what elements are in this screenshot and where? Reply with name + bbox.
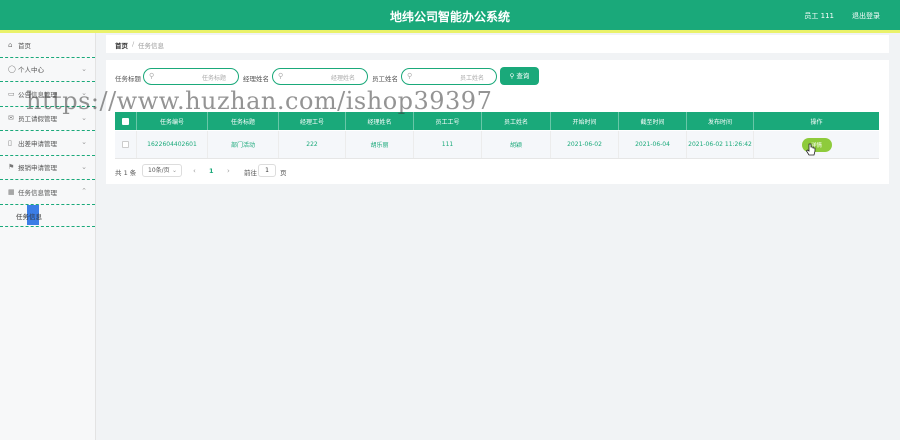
search-button[interactable]: ⚲ 查询 xyxy=(500,67,539,85)
sidebar-subitem-task-info[interactable]: 任务信息 xyxy=(0,204,95,227)
chevron-up-icon: ⌃ xyxy=(81,187,87,195)
search-icon: ⚲ xyxy=(407,72,413,80)
goto-label: 前往 xyxy=(244,169,257,177)
sidebar-item-home[interactable]: ⌂ 首页 xyxy=(0,33,95,58)
table-header-cell: 操作 xyxy=(810,118,823,126)
app-title: 地纬公司智能办公系统 xyxy=(389,10,510,24)
sidebar-item-personal-center[interactable]: ◯ 个人中心 ⌄ xyxy=(0,58,95,82)
table-row: 1622604402601 部门活动 222 胡乐丽 111 胡颖 2021-0… xyxy=(115,131,879,159)
chevron-down-icon: ⌄ xyxy=(81,64,87,73)
table-cell: 胡乐丽 xyxy=(346,131,414,158)
table-cell: 1622604402601 xyxy=(137,131,208,158)
breadcrumb-current: 任务信息 xyxy=(138,42,164,50)
manager-name-input[interactable]: ⚲ 经理姓名 xyxy=(272,68,368,85)
employee-name-input[interactable]: ⚲ 员工姓名 xyxy=(401,68,497,85)
manager-name-placeholder: 经理姓名 xyxy=(330,75,355,82)
row-select-cell xyxy=(115,131,137,158)
search-icon: ⚲ xyxy=(278,72,284,80)
table-cell: 2021-06-04 xyxy=(619,131,687,158)
current-user-label: 员工 111 xyxy=(804,12,834,20)
table-cell: 2021-06-02 xyxy=(551,131,619,158)
sidebar-item-label: 出差申请管理 xyxy=(18,139,57,148)
table-cell: 胡颖 xyxy=(482,131,551,158)
sidebar-item-label: 个人中心 xyxy=(18,66,44,75)
table-cell: 222 xyxy=(279,131,346,158)
top-header-bar: 地纬公司智能办公系统 员工 111 退出登录 xyxy=(0,0,900,30)
chat-icon: ▭ xyxy=(8,89,15,98)
chevron-down-icon: ⌄ xyxy=(81,162,87,171)
task-title-placeholder: 任务标题 xyxy=(201,75,226,82)
home-icon: ⌂ xyxy=(8,40,13,49)
table-header-cell[interactable]: 开始时间 xyxy=(551,112,619,130)
sidebar-item-business-trip[interactable]: ▯ 出差申请管理 ⌄ xyxy=(0,131,95,156)
watermark-text: https://www.huzhan.com/ishop39397 xyxy=(26,87,493,115)
manager-name-label: 经理姓名 xyxy=(243,75,269,83)
goto-page-input[interactable]: 1 xyxy=(258,164,276,177)
main-panel: 任务标题 ⚲ 任务标题 经理姓名 ⚲ 经理姓名 员工姓名 ⚲ 员工姓名 ⚲ 查询… xyxy=(106,60,889,184)
table-cell: 111 xyxy=(414,131,482,158)
logout-link[interactable]: 退出登录 xyxy=(852,11,880,21)
total-count: 共 1 条 xyxy=(115,169,137,177)
employee-name-label: 员工姓名 xyxy=(372,75,398,83)
pagination: 共 1 条 10条/页 ⌄ ‹ 1 › 前往 1 页 xyxy=(115,164,515,178)
sidebar-subitem-label: 任务信息 xyxy=(16,212,42,221)
action-cell: 详情 xyxy=(754,131,879,158)
header-accent-line xyxy=(0,30,900,33)
breadcrumb-separator: / xyxy=(132,40,135,48)
sidebar-item-tasks[interactable]: ▦ 任务信息管理 ⌃ xyxy=(0,180,95,205)
table-header-cell[interactable]: 发布时间 xyxy=(687,112,754,130)
page-size-value: 10条/页 xyxy=(148,167,170,174)
sidebar-item-label: 报销申请管理 xyxy=(18,164,57,173)
page-unit-label: 页 xyxy=(280,169,287,177)
search-icon: ⚲ xyxy=(149,72,155,80)
page-size-select[interactable]: 10条/页 ⌄ xyxy=(142,164,182,177)
user-icon: ◯ xyxy=(8,65,16,74)
chevron-down-icon: ⌄ xyxy=(81,138,87,146)
chevron-down-icon: ⌄ xyxy=(171,167,177,174)
table-cell: 2021-06-02 11:26:42 xyxy=(687,131,754,158)
task-title-input[interactable]: ⚲ 任务标题 xyxy=(143,68,239,85)
mail-icon: ✉ xyxy=(8,114,14,123)
row-checkbox[interactable] xyxy=(122,141,129,148)
page-number-1[interactable]: 1 xyxy=(209,167,214,175)
mouse-cursor-icon xyxy=(805,143,816,159)
task-title-label: 任务标题 xyxy=(115,75,141,83)
doc-icon: ▯ xyxy=(8,138,12,147)
search-icon: ⚲ xyxy=(509,72,515,80)
grid-icon: ▦ xyxy=(8,187,15,196)
table-header-cell[interactable]: 截至时间 xyxy=(619,112,687,130)
breadcrumb-home[interactable]: 首页 xyxy=(115,40,128,50)
prev-page-button[interactable]: ‹ xyxy=(193,167,196,175)
sidebar-item-label: 任务信息管理 xyxy=(18,188,57,197)
employee-name-placeholder: 员工姓名 xyxy=(459,75,484,82)
next-page-button[interactable]: › xyxy=(227,167,230,175)
sidebar-item-label: 首页 xyxy=(18,41,31,50)
sidebar-item-reimbursement[interactable]: ⚑ 报销申请管理 ⌄ xyxy=(0,156,95,180)
table-cell: 部门活动 xyxy=(208,131,279,158)
search-button-label: 查询 xyxy=(516,72,530,80)
select-all-checkbox[interactable] xyxy=(122,117,129,125)
flag-icon: ⚑ xyxy=(8,163,15,172)
breadcrumb: 首页 / 任务信息 xyxy=(106,35,889,53)
